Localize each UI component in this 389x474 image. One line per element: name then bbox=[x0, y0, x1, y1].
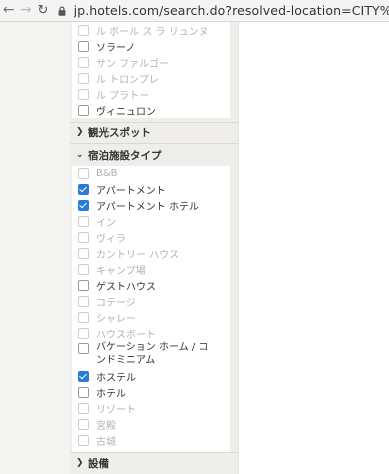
property-type-option-cottage[interactable]: コテージ bbox=[78, 293, 136, 309]
filter-sidebar: ル ボール ス ラ リュンヌ ソラーノ サン ファルゴー ル トロンプレ ル プ… bbox=[70, 22, 238, 474]
forward-arrow-icon[interactable]: → bbox=[17, 0, 34, 21]
checkbox-checked[interactable] bbox=[78, 183, 89, 195]
section-title: 観光スポット bbox=[88, 126, 151, 139]
checkbox[interactable] bbox=[78, 40, 89, 52]
option-label: 古城 bbox=[96, 436, 116, 448]
section-amenities-toggle[interactable]: ❯ 設備 bbox=[76, 454, 109, 472]
option-label: ゲストハウス bbox=[96, 281, 156, 293]
checkbox[interactable] bbox=[78, 231, 89, 243]
option-label: バケーション ホーム / コンドミニアム bbox=[96, 342, 209, 366]
option-label: ホステル bbox=[96, 372, 136, 384]
checkbox[interactable] bbox=[78, 418, 89, 430]
checkbox[interactable] bbox=[78, 434, 89, 446]
checkbox[interactable] bbox=[78, 104, 89, 116]
checkbox-checked[interactable] bbox=[78, 370, 89, 382]
landmark-option-5[interactable]: ル プラトー bbox=[78, 86, 149, 102]
property-type-option-inn[interactable]: イン bbox=[78, 213, 116, 229]
option-label: シャレー bbox=[96, 313, 136, 325]
chevron-down-icon: ⌄ bbox=[76, 150, 84, 160]
property-type-option-apartment[interactable]: アパートメント bbox=[78, 181, 166, 197]
property-type-option-apartment-hotel[interactable]: アパートメント ホテル bbox=[78, 197, 199, 213]
property-type-option-palace[interactable]: 宮殿 bbox=[78, 416, 116, 432]
property-type-option-hotel[interactable]: ホテル bbox=[78, 384, 126, 400]
checkbox[interactable] bbox=[78, 295, 89, 307]
option-label: ソラーノ bbox=[96, 42, 136, 54]
reload-icon[interactable]: ↻ bbox=[34, 0, 51, 21]
checkbox[interactable] bbox=[78, 343, 89, 354]
back-arrow-icon[interactable]: ← bbox=[0, 0, 17, 21]
browser-toolbar: ← → ↻ jp.hotels.com/search.do?resolved-l… bbox=[0, 0, 389, 22]
section-property-type-toggle[interactable]: ⌄ 宿泊施設タイプ bbox=[76, 146, 162, 164]
landmark-option-2[interactable]: ソラーノ bbox=[78, 38, 135, 54]
option-label: リゾート bbox=[96, 404, 136, 416]
checkbox-checked[interactable] bbox=[78, 199, 89, 211]
option-label: ヴィラ bbox=[96, 233, 126, 245]
property-type-option-campsite[interactable]: キャンプ場 bbox=[78, 261, 146, 277]
option-label: キャンプ場 bbox=[96, 265, 146, 277]
checkbox[interactable] bbox=[78, 88, 89, 100]
option-label: カントリー ハウス bbox=[96, 249, 180, 261]
checkbox[interactable] bbox=[78, 311, 89, 323]
landmark-option-1[interactable]: ル ボール ス ラ リュンヌ bbox=[78, 22, 209, 38]
section-title: 設備 bbox=[88, 457, 109, 470]
property-type-option-bnb[interactable]: B&B bbox=[78, 165, 118, 181]
property-type-option-villa[interactable]: ヴィラ bbox=[78, 229, 126, 245]
divider bbox=[70, 452, 238, 453]
section-sightseeing-toggle[interactable]: ❯ 観光スポット bbox=[76, 123, 151, 141]
chevron-right-icon: ❯ bbox=[76, 458, 84, 468]
section-title: 宿泊施設タイプ bbox=[88, 149, 162, 162]
option-label: アパートメント ホテル bbox=[96, 201, 199, 213]
property-type-option-resort[interactable]: リゾート bbox=[78, 400, 136, 416]
property-type-option-chalet[interactable]: シャレー bbox=[78, 309, 136, 325]
landmark-option-6[interactable]: ヴィニュロン bbox=[78, 102, 156, 118]
checkbox[interactable] bbox=[78, 72, 89, 84]
results-panel bbox=[238, 22, 389, 474]
landmark-option-4[interactable]: ル トロンプレ bbox=[78, 70, 159, 86]
option-label: イン bbox=[96, 217, 116, 229]
checkbox[interactable] bbox=[78, 56, 89, 68]
option-label: ル トロンプレ bbox=[96, 74, 159, 86]
checkbox[interactable] bbox=[78, 167, 89, 179]
property-type-option-country-house[interactable]: カントリー ハウス bbox=[78, 245, 179, 261]
checkbox[interactable] bbox=[78, 247, 89, 259]
checkbox[interactable] bbox=[78, 386, 89, 398]
lock-icon bbox=[58, 5, 66, 16]
option-label: コテージ bbox=[96, 297, 136, 309]
checkbox[interactable] bbox=[78, 279, 89, 291]
chevron-right-icon: ❯ bbox=[76, 127, 84, 137]
checkbox[interactable] bbox=[78, 263, 89, 275]
divider bbox=[70, 143, 238, 144]
checkbox[interactable] bbox=[78, 24, 89, 36]
property-type-option-guesthouse[interactable]: ゲストハウス bbox=[78, 277, 156, 293]
option-label: B&B bbox=[96, 167, 118, 179]
checkbox[interactable] bbox=[78, 327, 89, 339]
property-type-option-hostel[interactable]: ホステル bbox=[78, 368, 136, 384]
option-label: 宮殿 bbox=[96, 420, 116, 432]
page-content: ル ボール ス ラ リュンヌ ソラーノ サン ファルゴー ル トロンプレ ル プ… bbox=[0, 22, 389, 474]
option-label: ル プラトー bbox=[96, 90, 150, 102]
checkbox[interactable] bbox=[78, 215, 89, 227]
option-label: ハウスボート bbox=[96, 329, 156, 341]
option-label: アパートメント bbox=[96, 185, 166, 197]
option-label: ホテル bbox=[96, 388, 126, 400]
landmark-option-3[interactable]: サン ファルゴー bbox=[78, 54, 169, 70]
property-type-option-houseboat[interactable]: ハウスボート bbox=[78, 325, 156, 341]
property-type-option-castle[interactable]: 古城 bbox=[78, 432, 116, 448]
property-type-option-vacation-home[interactable]: バケーション ホーム / コンドミニアム bbox=[78, 341, 218, 369]
option-label: ル ボール ス ラ リュンヌ bbox=[96, 26, 209, 38]
checkbox[interactable] bbox=[78, 402, 89, 414]
option-label: サン ファルゴー bbox=[96, 58, 169, 70]
option-label: ヴィニュロン bbox=[96, 106, 156, 118]
address-bar-url[interactable]: jp.hotels.com/search.do?resolved-locatio… bbox=[74, 3, 389, 18]
